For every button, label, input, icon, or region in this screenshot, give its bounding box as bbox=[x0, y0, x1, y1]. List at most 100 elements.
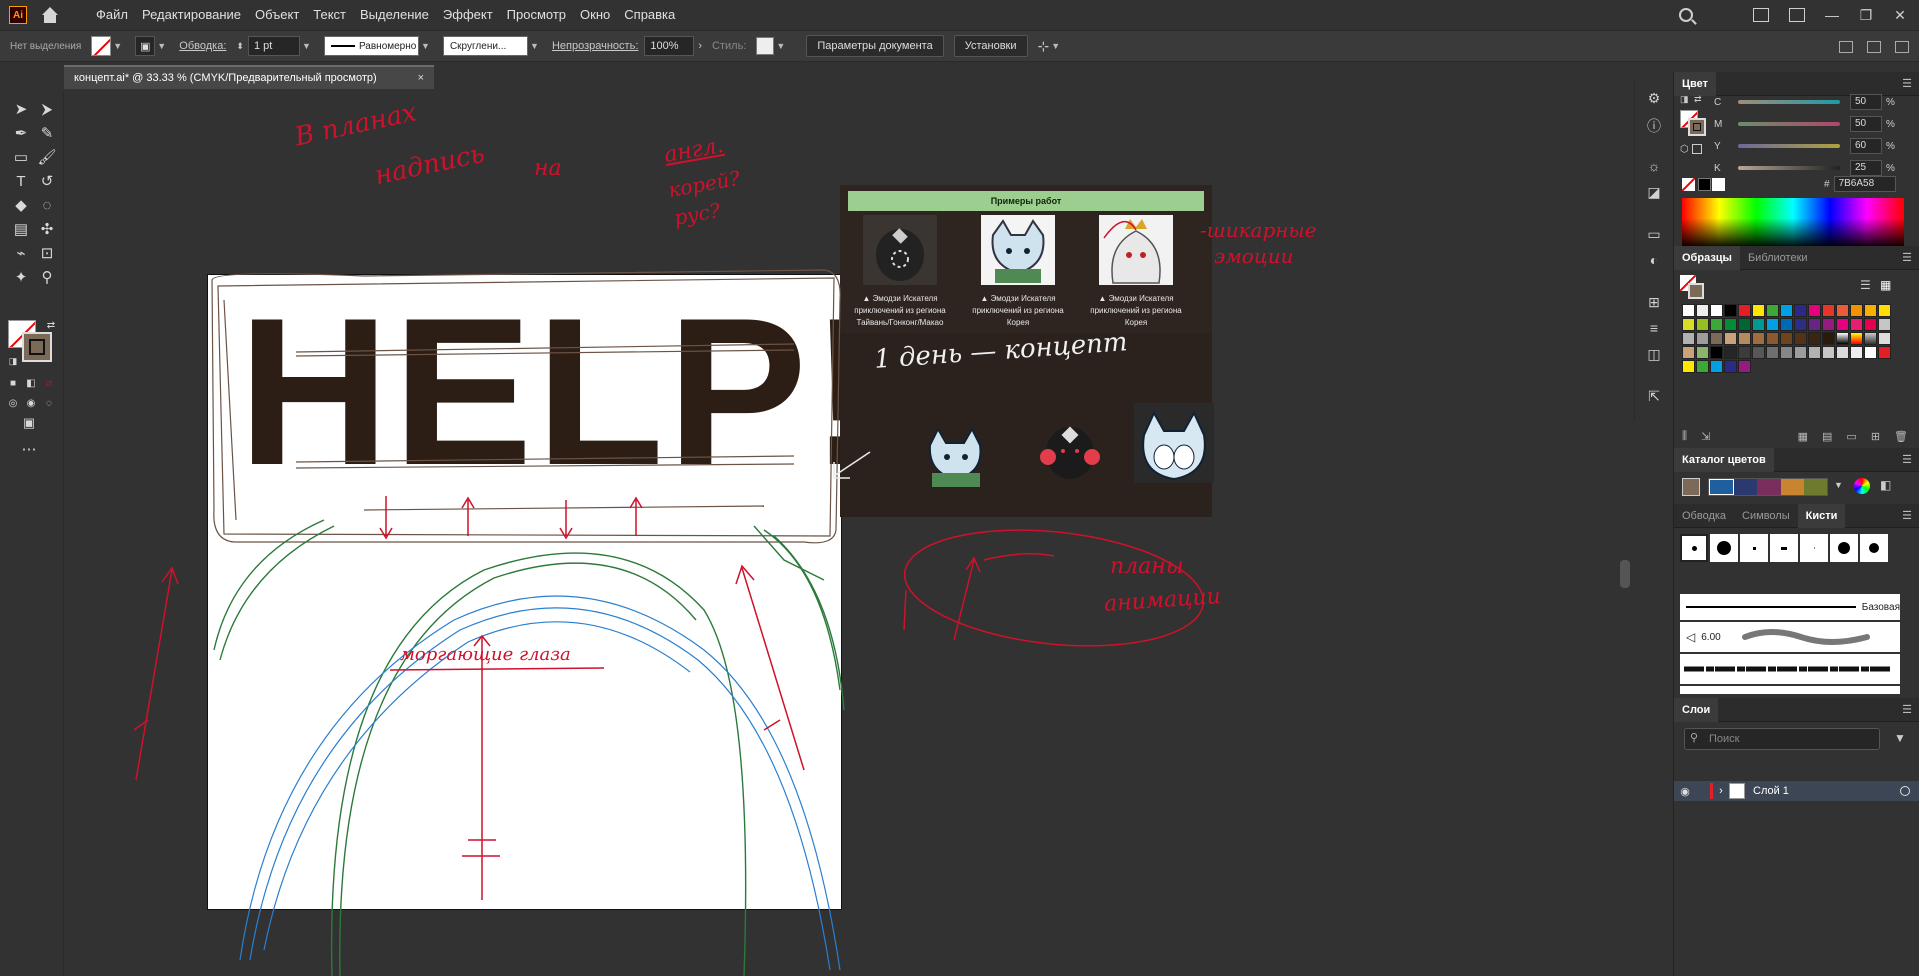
workspace-icon[interactable] bbox=[1789, 8, 1805, 22]
swatch[interactable] bbox=[1724, 318, 1737, 331]
new-color-group-icon[interactable]: ▭ bbox=[1846, 430, 1856, 443]
swatch[interactable] bbox=[1808, 332, 1821, 345]
swatch[interactable] bbox=[1696, 332, 1709, 345]
close-window-icon[interactable]: ✕ bbox=[1893, 7, 1907, 24]
chevron-right-icon[interactable]: › bbox=[698, 40, 702, 52]
tab-brushes[interactable]: Кисти bbox=[1797, 503, 1846, 528]
swatch[interactable] bbox=[1878, 304, 1891, 317]
channel-c-input[interactable]: 50 bbox=[1850, 94, 1882, 110]
swatch[interactable] bbox=[1850, 318, 1863, 331]
panel-menu-icon[interactable]: ☰ bbox=[1902, 453, 1912, 466]
chevron-down-icon[interactable]: ▼ bbox=[1051, 41, 1063, 51]
swatch[interactable] bbox=[1878, 346, 1891, 359]
align-icon[interactable]: ≡ bbox=[1645, 320, 1663, 336]
properties-icon[interactable]: ⚙ bbox=[1645, 90, 1663, 106]
brush-tip[interactable] bbox=[1680, 534, 1708, 562]
brush-tip[interactable] bbox=[1860, 534, 1888, 562]
brush-calligraphic[interactable]: ◁ 6.00 bbox=[1680, 622, 1900, 652]
swatch[interactable] bbox=[1836, 304, 1849, 317]
swatch[interactable] bbox=[1766, 332, 1779, 345]
magic-wand-tool-icon[interactable]: ✦ bbox=[10, 266, 32, 288]
swatch[interactable] bbox=[1696, 304, 1709, 317]
swatch[interactable] bbox=[1794, 332, 1807, 345]
swatch[interactable] bbox=[1794, 318, 1807, 331]
brush-definition[interactable]: Скруглени... bbox=[442, 36, 528, 56]
swatch[interactable] bbox=[1682, 360, 1695, 373]
color-panel-title[interactable]: Цвет bbox=[1674, 71, 1717, 96]
transparency-icon[interactable]: ◐ bbox=[1645, 252, 1663, 268]
stepper-icon[interactable]: ⬍ bbox=[236, 41, 244, 52]
channel-m-slider[interactable] bbox=[1738, 122, 1840, 126]
new-swatch-icon[interactable]: ⊞ bbox=[1871, 430, 1880, 443]
swatch[interactable] bbox=[1780, 332, 1793, 345]
swatch-options-icon[interactable]: ▤ bbox=[1822, 430, 1832, 443]
curvature-tool-icon[interactable]: ✎ bbox=[36, 122, 58, 144]
swatch[interactable] bbox=[1766, 304, 1779, 317]
opacity-input[interactable]: 100% bbox=[644, 36, 695, 56]
panel-toggle-icon[interactable] bbox=[1867, 41, 1881, 53]
transform-panel-icon[interactable]: ⊞ bbox=[1645, 294, 1663, 310]
close-icon[interactable]: × bbox=[418, 72, 424, 84]
document-tab[interactable]: концепт.ai* @ 33.33 % (CMYK/Предваритель… bbox=[64, 65, 434, 89]
zoom-tool-icon[interactable]: ⚲ bbox=[36, 266, 58, 288]
channel-k-slider[interactable] bbox=[1738, 166, 1840, 170]
list-view-icon[interactable]: ☰ bbox=[1860, 278, 1871, 292]
channel-y-input[interactable]: 60 bbox=[1850, 138, 1882, 154]
swatch[interactable] bbox=[1710, 360, 1723, 373]
swatch[interactable] bbox=[1864, 332, 1877, 345]
transform-icon[interactable]: ⊹ bbox=[1038, 38, 1050, 55]
canvas[interactable]: HELP! Примеры работ ▲ Эмодзи Искателя пр… bbox=[64, 90, 1634, 976]
swatch[interactable] bbox=[1822, 318, 1835, 331]
swatch[interactable] bbox=[1822, 346, 1835, 359]
color-spectrum[interactable] bbox=[1682, 198, 1904, 248]
opacity-label[interactable]: Непрозрачность: bbox=[552, 40, 638, 52]
arrange-documents-icon[interactable] bbox=[1753, 8, 1769, 22]
brush-tip[interactable] bbox=[1710, 534, 1738, 562]
swatch[interactable] bbox=[1864, 346, 1877, 359]
home-icon[interactable] bbox=[41, 7, 59, 23]
swatch[interactable] bbox=[1752, 318, 1765, 331]
menu-select[interactable]: Выделение bbox=[353, 0, 436, 30]
search-icon[interactable] bbox=[1679, 8, 1693, 22]
stroke-weight-input[interactable]: 1 pt bbox=[247, 36, 300, 56]
eraser-tool-icon[interactable]: ◆ bbox=[10, 194, 32, 216]
chevron-down-icon[interactable]: ▼ bbox=[530, 41, 542, 51]
maximize-icon[interactable]: ❐ bbox=[1859, 7, 1873, 24]
filter-icon[interactable]: ▼ bbox=[1894, 731, 1906, 745]
swatch[interactable] bbox=[1808, 304, 1821, 317]
tab-symbols[interactable]: Символы bbox=[1734, 504, 1798, 528]
graphic-styles-icon[interactable]: ◪ bbox=[1645, 184, 1663, 200]
swatch[interactable] bbox=[1682, 304, 1695, 317]
panel-menu-icon[interactable]: ☰ bbox=[1902, 509, 1912, 522]
menu-view[interactable]: Просмотр bbox=[500, 0, 573, 30]
fill-swatch[interactable] bbox=[91, 36, 112, 56]
menu-help[interactable]: Справка bbox=[617, 0, 682, 30]
gradient-panel-icon[interactable]: ▭ bbox=[1645, 226, 1663, 242]
chevron-down-icon[interactable]: ▼ bbox=[113, 41, 125, 51]
swatch[interactable] bbox=[1710, 304, 1723, 317]
catalog-current-swatch[interactable] bbox=[1682, 478, 1700, 496]
pathfinder-icon[interactable]: ◫ bbox=[1645, 346, 1663, 362]
swatch[interactable] bbox=[1696, 346, 1709, 359]
selection-tool-icon[interactable]: ➤ bbox=[10, 98, 32, 120]
layer-row[interactable]: ◉ › Слой 1 bbox=[1674, 781, 1919, 801]
artboard-tool-icon[interactable]: ⊡ bbox=[36, 242, 58, 264]
swatch[interactable] bbox=[1682, 346, 1695, 359]
export-icon[interactable]: ⇱ bbox=[1645, 388, 1663, 404]
swatch[interactable] bbox=[1836, 346, 1849, 359]
gradient-tool-icon[interactable]: ▤ bbox=[10, 218, 32, 240]
swatch[interactable] bbox=[1822, 304, 1835, 317]
swatch[interactable] bbox=[1794, 346, 1807, 359]
swatch[interactable] bbox=[1724, 332, 1737, 345]
panel-menu-icon[interactable]: ☰ bbox=[1902, 703, 1912, 716]
default-fill-icon[interactable]: ◨ bbox=[1680, 94, 1689, 105]
tab-stroke[interactable]: Обводка bbox=[1674, 504, 1734, 528]
appearance-icon[interactable]: ☼ bbox=[1645, 158, 1663, 174]
layers-search-input[interactable]: Поиск bbox=[1684, 728, 1880, 750]
channel-y-slider[interactable] bbox=[1738, 144, 1840, 148]
show-kinds-icon[interactable]: ▦ bbox=[1798, 430, 1808, 443]
chevron-down-icon[interactable]: ▼ bbox=[157, 41, 169, 51]
swatch[interactable] bbox=[1864, 318, 1877, 331]
type-tool-icon[interactable]: T bbox=[10, 170, 32, 192]
swatch[interactable] bbox=[1710, 318, 1723, 331]
